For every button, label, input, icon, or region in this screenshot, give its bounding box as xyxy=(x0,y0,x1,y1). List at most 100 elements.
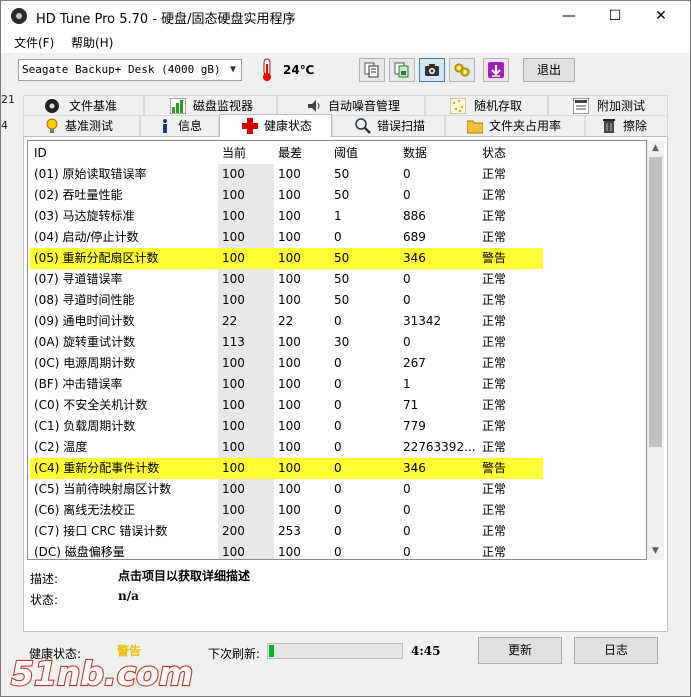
update-button[interactable]: 更新 xyxy=(478,637,562,664)
table-row[interactable]: (C4) 重新分配事件计数 100 100 0 346 警告 xyxy=(28,458,646,479)
cell-data: 779 xyxy=(403,419,426,433)
menu-file[interactable]: 文件(F) xyxy=(14,34,54,51)
tab-error-scan[interactable]: 错误扫描 xyxy=(332,115,445,136)
cell-status: 正常 xyxy=(482,209,507,223)
minimize-button[interactable]: — xyxy=(546,1,592,31)
table-row[interactable]: (03) 马达旋转标准 100 100 1 886 正常 xyxy=(28,206,646,227)
save-button[interactable] xyxy=(483,58,509,82)
table-row[interactable]: (C5) 当前待映射扇区计数 100 100 0 0 正常 xyxy=(28,479,646,500)
thermometer-icon xyxy=(263,58,271,81)
tab-random-access[interactable]: 随机存取 xyxy=(425,95,548,116)
tab-extra-tests[interactable]: 附加测试 xyxy=(548,95,668,116)
chevron-down-icon[interactable]: ▼ xyxy=(230,60,236,80)
cell-threshold: 50 xyxy=(330,248,399,269)
scrollbar-thumb[interactable] xyxy=(649,157,662,447)
cell-current: 100 xyxy=(218,269,274,290)
cell-threshold: 50 xyxy=(334,188,350,202)
tab-file-benchmark[interactable]: 文件基准 xyxy=(23,95,144,116)
tab-disk-monitor[interactable]: 磁盘监视器 xyxy=(144,95,277,116)
copy-screenshot-button[interactable] xyxy=(389,58,415,82)
drive-select[interactable]: Seagate Backup+ Desk (4000 gB) ▼ xyxy=(18,59,242,81)
cell-status: 正常 xyxy=(482,356,507,370)
svg-text:51nb.com: 51nb.com xyxy=(11,654,193,693)
hdtune-app-icon xyxy=(11,8,27,24)
table-row[interactable]: (08) 寻道时间性能 100 100 50 0 正常 xyxy=(28,290,646,311)
cell-threshold: 0 xyxy=(334,482,342,496)
cell-status: 正常 xyxy=(482,419,507,433)
tab-erase[interactable]: 擦除 xyxy=(585,115,668,136)
table-row[interactable]: (C1) 负载周期计数 100 100 0 779 正常 xyxy=(28,416,646,437)
tab-label: 自动噪音管理 xyxy=(328,99,401,113)
cell-current: 100 xyxy=(218,479,274,500)
cell-threshold: 30 xyxy=(334,335,350,349)
extra-tests-icon xyxy=(573,98,589,114)
table-row[interactable]: (DC) 磁盘偏移量 100 100 0 0 正常 xyxy=(28,542,646,559)
header-worst[interactable]: 最差 xyxy=(274,143,330,164)
tab-label: 健康状态 xyxy=(264,119,313,133)
cell-current: 100 xyxy=(218,458,274,479)
cell-worst: 100 xyxy=(274,542,330,559)
table-row[interactable]: (07) 寻道错误率 100 100 50 0 正常 xyxy=(28,269,646,290)
header-data[interactable]: 数据 xyxy=(399,143,478,164)
tab-label: 信息 xyxy=(178,119,203,133)
header-id[interactable]: ID xyxy=(30,143,218,164)
cell-current: 100 xyxy=(218,185,274,206)
cell-data: 0 xyxy=(403,272,411,286)
cell-threshold: 50 xyxy=(334,167,350,181)
header-threshold[interactable]: 阈值 xyxy=(330,143,399,164)
close-button[interactable]: ✕ xyxy=(638,1,684,31)
table-row[interactable]: (0C) 电源周期计数 100 100 0 267 正常 xyxy=(28,353,646,374)
tab-aam[interactable]: 自动噪音管理 xyxy=(277,95,425,116)
log-button[interactable]: 日志 xyxy=(574,637,658,664)
title-bar[interactable]: HD Tune Pro 5.70 - 硬盘/固态硬盘实用程序 — ☐ ✕ xyxy=(1,1,690,31)
table-row[interactable]: (C6) 离线无法校正 100 100 0 0 正常 xyxy=(28,500,646,521)
tab-folder-usage[interactable]: 文件夹占用率 xyxy=(445,115,585,136)
tab-label: 文件基准 xyxy=(69,99,118,113)
table-row[interactable]: (05) 重新分配扇区计数 100 100 50 346 警告 xyxy=(28,248,646,269)
scroll-up-icon[interactable]: ▲ xyxy=(647,140,664,157)
cell-current: 100 xyxy=(218,416,274,437)
screenshot-button[interactable] xyxy=(419,58,445,82)
menu-help[interactable]: 帮助(H) xyxy=(71,34,113,51)
table-row[interactable]: (09) 通电时间计数 22 22 0 31342 正常 xyxy=(28,311,646,332)
table-row[interactable]: (0A) 旋转重试计数 113 100 30 0 正常 xyxy=(28,332,646,353)
menu-bar: 文件(F) 帮助(H) xyxy=(1,31,690,53)
cell-id: (C1) 负载周期计数 xyxy=(30,416,218,437)
options-button[interactable] xyxy=(449,58,475,82)
cell-current: 100 xyxy=(218,227,274,248)
table-row[interactable]: (04) 启动/停止计数 100 100 0 689 正常 xyxy=(28,227,646,248)
cell-threshold: 0 xyxy=(334,419,342,433)
cell-current: 100 xyxy=(218,542,274,559)
cell-worst: 100 xyxy=(274,332,330,353)
tab-info[interactable]: 信息 xyxy=(140,115,219,136)
copy-text-button[interactable] xyxy=(359,58,385,82)
cell-id: (BF) 冲击错误率 xyxy=(30,374,218,395)
table-row[interactable]: (C0) 不安全关机计数 100 100 0 71 正常 xyxy=(28,395,646,416)
smart-table[interactable]: ID 当前 最差 阈值 数据 状态 (01) 原始读取错误率 100 100 50 0 正… xyxy=(27,140,647,560)
table-row[interactable]: (01) 原始读取错误率 100 100 50 0 正常 xyxy=(28,164,646,185)
health-panel: ID 当前 最差 阈值 数据 状态 (01) 原始读取错误率 100 100 50 0 正… xyxy=(23,136,668,632)
cell-id: (05) 重新分配扇区计数 xyxy=(30,248,218,269)
table-row[interactable]: (BF) 冲击错误率 100 100 0 1 正常 xyxy=(28,374,646,395)
cell-threshold: 50 xyxy=(334,293,350,307)
tab-benchmark[interactable]: 基准测试 xyxy=(23,115,140,136)
table-row[interactable]: (C7) 接口 CRC 错误计数 200 253 0 0 正常 xyxy=(28,521,646,542)
cell-data: 0 xyxy=(403,482,411,496)
exit-button[interactable]: 退出 xyxy=(523,58,575,82)
maximize-button[interactable]: ☐ xyxy=(592,1,638,31)
cell-data: 267 xyxy=(403,356,426,370)
speaker-icon xyxy=(308,100,320,112)
tab-health[interactable]: 健康状态 xyxy=(219,114,332,137)
vertical-scrollbar[interactable]: ▲ ▼ xyxy=(647,140,664,560)
cell-worst: 100 xyxy=(274,374,330,395)
copy-text-icon xyxy=(364,62,379,78)
header-status[interactable]: 状态 xyxy=(478,143,543,164)
cell-status: 正常 xyxy=(482,188,507,202)
cell-worst: 100 xyxy=(274,353,330,374)
table-row[interactable]: (C2) 温度 100 100 0 22763392... 正常 xyxy=(28,437,646,458)
table-row[interactable]: (02) 吞吐量性能 100 100 50 0 正常 xyxy=(28,185,646,206)
scroll-down-icon[interactable]: ▼ xyxy=(647,543,664,560)
header-current[interactable]: 当前 xyxy=(218,143,274,164)
cell-status: 警告 xyxy=(478,458,543,479)
cell-status: 正常 xyxy=(482,335,507,349)
